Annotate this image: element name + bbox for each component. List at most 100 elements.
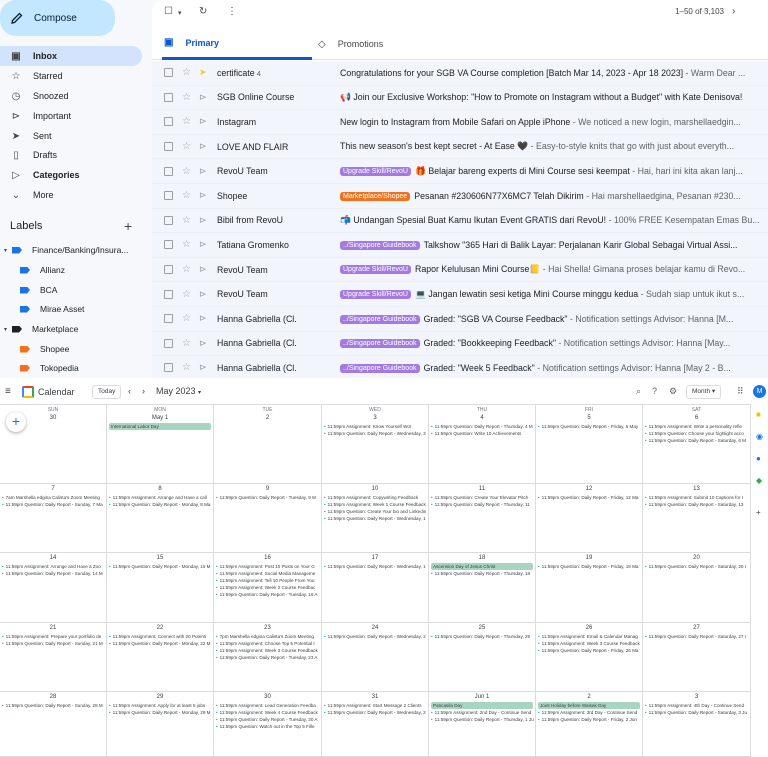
label-chip[interactable]: ../Singapore Guidebook xyxy=(340,240,420,250)
day-number[interactable]: 13 xyxy=(643,486,750,494)
add-label-icon[interactable]: + xyxy=(124,218,132,234)
email-row[interactable]: ☆ ⊳ SGB Online Course 📢 Join our Exclusive … xyxy=(152,85,768,111)
day-number[interactable]: Jun 1 xyxy=(429,694,535,702)
day-cell[interactable]: 311:59pm Assignment: 4th Day - Continue … xyxy=(643,692,751,756)
calendar-event[interactable]: 11:59pm Question: Daily Report - Tuesday… xyxy=(214,591,321,598)
calendar-event[interactable]: 11:59pm Question: Watch out in the Top 5… xyxy=(214,723,321,730)
day-number[interactable]: 17 xyxy=(322,555,428,563)
day-cell[interactable]: 2711:59pm Question: Daily Report - Satur… xyxy=(643,623,751,691)
email-row[interactable]: ☆ ⊳ LOVE AND FLAIR This new season's best k… xyxy=(152,134,768,160)
calendar-event[interactable]: 11:59pm Question: Daily Report - Monday,… xyxy=(107,709,213,716)
star-icon[interactable]: ☆ xyxy=(182,313,191,324)
calendar-event[interactable]: 11:59pm Assignment: Connect with 20 Pote… xyxy=(107,633,213,640)
day-cell[interactable]: 2Joint Holiday before Waisak Day11:59pm … xyxy=(536,692,643,756)
calendar-event[interactable]: 11:59pm Question: Daily Report - Saturda… xyxy=(643,633,750,640)
star-icon[interactable]: ☆ xyxy=(182,67,191,78)
label-chip[interactable]: Marketplace/Shopee xyxy=(340,191,411,201)
calendar-event[interactable]: 11:59pm Question: Daily Report - Thursda… xyxy=(429,633,535,640)
row-checkbox[interactable] xyxy=(164,363,173,373)
row-checkbox[interactable] xyxy=(164,215,173,225)
tasks-icon[interactable]: ◉ xyxy=(756,432,763,441)
calendar-event[interactable]: 11:59pm Question: Daily Report - Friday,… xyxy=(536,494,642,501)
calendar-event[interactable]: 11:59pm Assignment: 4th Day - Continue S… xyxy=(643,702,750,709)
label-chip[interactable]: ../Singapore Guidebook xyxy=(340,314,420,324)
calendar-event[interactable]: 11:59pm Question: Daily Report - Thursda… xyxy=(429,423,535,430)
sidebar-item-important[interactable]: ⊳ Important xyxy=(0,106,142,126)
calendar-event[interactable]: 11:59pm Question: Daily Report - Wednesd… xyxy=(322,709,428,716)
calendar-event[interactable]: 11:59pm Question: Daily Report - Monday,… xyxy=(107,563,213,570)
day-number[interactable]: 11 xyxy=(429,486,535,494)
calendar-event[interactable]: 11:59pm Question: Daily Report - Tuesday… xyxy=(214,716,321,723)
day-cell[interactable]: 77am Marshella edgina Calista's Zoom Mee… xyxy=(0,484,107,552)
calendar-event[interactable]: 11:59pm Assignment: Tell 10 People From … xyxy=(214,577,321,584)
row-checkbox[interactable] xyxy=(164,166,173,176)
day-number[interactable]: May 1 xyxy=(107,415,213,423)
star-icon[interactable]: ☆ xyxy=(182,166,191,177)
row-checkbox[interactable] xyxy=(164,142,173,152)
important-marker-icon[interactable]: ⊳ xyxy=(199,92,207,103)
row-checkbox[interactable] xyxy=(164,338,173,348)
important-marker-icon[interactable]: ⊳ xyxy=(199,264,207,275)
calendar-event[interactable]: 11:59pm Assignment: Write a personality … xyxy=(643,423,750,430)
calendar-event[interactable]: 11:59pm Question: Daily Report - Wednesd… xyxy=(322,563,428,570)
expand-caret-icon[interactable]: ▾ xyxy=(4,326,12,333)
day-cell[interactable]: 1711:59pm Question: Daily Report - Wedne… xyxy=(322,553,429,622)
email-row[interactable]: ☆ ⊳ Hanna Gabriella (Cl. ../Singapore Guide… xyxy=(152,331,768,357)
compose-button[interactable]: Compose xyxy=(0,0,115,36)
star-icon[interactable]: ☆ xyxy=(182,92,191,103)
email-row[interactable]: ☆ ⊳ RevoU Team Upgrade Skill/RevoU Rapor Kel… xyxy=(152,257,768,283)
calendar-event[interactable]: 11:59pm Question: Daily Report - Sunday,… xyxy=(0,640,106,647)
day-cell[interactable]: 2911:59pm Assignment: Apply for at least… xyxy=(107,692,214,756)
day-number[interactable]: 23 xyxy=(214,625,321,633)
day-number[interactable]: 31 xyxy=(322,694,428,702)
calendar-event[interactable]: 11:59pm Assignment: Post 10 Posts on You… xyxy=(214,563,321,570)
email-row[interactable]: ☆ ⊳ Instagram New login to Instagram from M… xyxy=(152,110,768,135)
day-number[interactable]: 6 xyxy=(643,415,750,423)
important-marker-icon[interactable]: ⊳ xyxy=(199,239,207,250)
important-marker-icon[interactable]: ⊳ xyxy=(199,116,207,127)
important-marker-icon[interactable]: ⊳ xyxy=(199,166,207,177)
day-cell[interactable]: 2211:59pm Assignment: Connect with 20 Po… xyxy=(107,623,214,691)
calendar-event[interactable]: 11:59pm Question: Daily Report - Friday,… xyxy=(536,423,642,430)
important-marker-icon[interactable]: ⊳ xyxy=(199,141,207,152)
calendar-event[interactable]: 11:59pm Assignment: Week 2 Course Feedba… xyxy=(214,584,321,591)
day-number[interactable]: 22 xyxy=(107,625,213,633)
day-cell[interactable]: 237pm Marshella edgina Calista's Zoom Me… xyxy=(214,623,322,691)
calendar-event[interactable]: 11:59pm Assignment: Submit 10 Captions f… xyxy=(643,494,750,501)
calendar-event[interactable]: 11:59pm Assignment: 3rd Day - Continue S… xyxy=(536,709,642,716)
label-chip[interactable]: Upgrade Skill/RevoU xyxy=(340,289,411,299)
important-marker-icon[interactable]: ➤ xyxy=(199,67,207,78)
calendar-event[interactable]: 11:59pm Question: Daily Report - Saturda… xyxy=(643,563,750,570)
calendar-event[interactable]: 11:59pm Assignment: Apply for at least 5… xyxy=(107,702,213,709)
label-item[interactable]: Tokopedia xyxy=(20,359,79,377)
day-number[interactable]: 7 xyxy=(0,486,106,494)
star-icon[interactable]: ☆ xyxy=(182,289,191,300)
day-cell[interactable]: 2611:59pm Assignment: Email & Calendar M… xyxy=(536,623,643,691)
calendar-event[interactable]: 11:59pm Question: Daily Report - Saturda… xyxy=(643,709,750,716)
row-checkbox[interactable] xyxy=(164,240,173,250)
day-cell[interactable]: 3011:59pm Assignment: Lead Generation Fe… xyxy=(214,692,322,756)
label-item[interactable]: Mirae Asset xyxy=(20,300,84,318)
day-number[interactable]: 10 xyxy=(322,486,428,494)
calendar-event[interactable]: 11:59pm Assignment: Arrange and Have a Z… xyxy=(0,563,106,570)
sidebar-item-drafts[interactable]: ▯ Drafts xyxy=(0,145,142,165)
day-cell[interactable]: Jun 1Pancasila Day11:59pm Assignment: 2n… xyxy=(429,692,536,756)
day-cell[interactable]: SAT 611:59pm Assignment: Write a personal… xyxy=(643,405,751,483)
calendar-event[interactable]: International Labor Day xyxy=(109,423,211,430)
day-cell[interactable]: WED 311:59pm Assignment: Know Yourself Wo… xyxy=(322,405,429,483)
calendar-event[interactable]: 11:59pm Question: Create Your Elevator P… xyxy=(429,494,535,501)
day-number[interactable]: 27 xyxy=(643,625,750,633)
important-marker-icon[interactable]: ⊳ xyxy=(199,338,207,349)
calendar-event[interactable]: 11:59pm Question: Daily Report - Tuesday… xyxy=(214,494,321,501)
day-cell[interactable]: 1611:59pm Assignment: Post 10 Posts on Y… xyxy=(214,553,322,622)
row-checkbox[interactable] xyxy=(164,265,173,275)
menu-icon[interactable]: ≡ xyxy=(5,386,11,397)
day-cell[interactable]: MON May 1 International Labor Day xyxy=(107,405,214,483)
help-icon[interactable]: ? xyxy=(652,386,657,396)
maps-icon[interactable]: ◆ xyxy=(756,476,762,485)
avatar[interactable]: M xyxy=(753,385,766,398)
day-cell[interactable]: 2111:59pm Assignment: Prepare your portf… xyxy=(0,623,107,691)
calendar-event[interactable]: 11:59pm Question: Daily Report - Sunday,… xyxy=(0,702,106,709)
row-checkbox[interactable] xyxy=(164,289,173,299)
day-number[interactable]: 4 xyxy=(429,415,535,423)
